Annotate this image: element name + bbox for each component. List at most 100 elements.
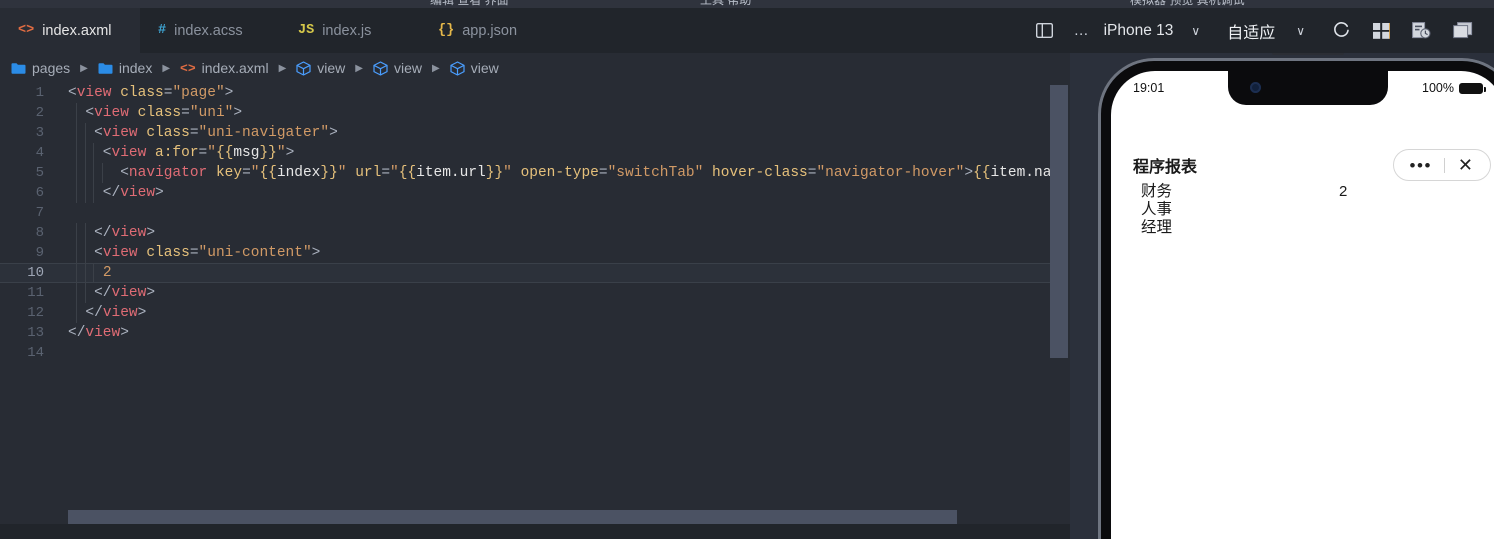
folder-icon bbox=[98, 62, 113, 74]
code-line[interactable]: 12 </view> bbox=[0, 303, 1070, 323]
code-line[interactable]: 9 <view class="uni-content"> bbox=[0, 243, 1070, 263]
code-text: </view> bbox=[68, 285, 156, 301]
breadcrumb-label: pages bbox=[32, 60, 71, 76]
code-line[interactable]: 2 <view class="uni"> bbox=[0, 103, 1070, 123]
code-text: <view class="page"> bbox=[68, 85, 234, 101]
breadcrumb-item-view-3[interactable]: view bbox=[447, 60, 502, 76]
split-panel-icon[interactable] bbox=[1025, 8, 1064, 53]
breadcrumb-label: view bbox=[470, 60, 499, 76]
folder-icon bbox=[11, 62, 26, 74]
menu-bar-strip[interactable]: 编辑 查看 界面 工具 帮助 模拟器 预览 真机调试 bbox=[0, 0, 1494, 8]
breadcrumb-separator-icon: ▶ bbox=[80, 62, 88, 74]
code-brackets-icon: <> bbox=[180, 60, 196, 76]
tab-label: app.json bbox=[462, 22, 518, 39]
code-line[interactable]: 7 bbox=[0, 203, 1070, 223]
chevron-down-icon[interactable]: ∨ bbox=[1286, 24, 1321, 38]
nav-item[interactable]: 财务 bbox=[1141, 183, 1172, 201]
device-simulator-panel: 19:01 100% ••• ✕ 程序报表 财务 人事 经理 2 bbox=[1070, 53, 1494, 539]
line-number: 9 bbox=[35, 245, 44, 261]
breadcrumb-label: view bbox=[393, 60, 422, 76]
cube-icon bbox=[450, 60, 465, 76]
javascript-icon: JS bbox=[298, 23, 315, 38]
code-line[interactable]: 5 <navigator key="{{index}}" url="{{item… bbox=[0, 163, 1070, 183]
code-text: <view class="uni-navigater"> bbox=[68, 125, 338, 141]
code-line[interactable]: 4 <view a:for="{{msg}}"> bbox=[0, 143, 1070, 163]
device-selector-label[interactable]: iPhone 13 bbox=[1100, 8, 1182, 53]
phone-speaker bbox=[1272, 53, 1344, 55]
editor-horizontal-scrollbar-thumb[interactable] bbox=[68, 510, 957, 524]
ide-window: 编辑 查看 界面 工具 帮助 模拟器 预览 真机调试 <> index.axml… bbox=[0, 0, 1494, 539]
capsule-close-icon[interactable]: ✕ bbox=[1445, 156, 1486, 174]
line-number: 2 bbox=[35, 105, 44, 121]
breadcrumb-item-pages[interactable]: pages bbox=[8, 60, 73, 76]
code-text: </view> bbox=[68, 305, 147, 321]
menu-fragment[interactable]: 模拟器 预览 真机调试 bbox=[1130, 0, 1245, 8]
chevron-down-icon[interactable]: ∨ bbox=[1181, 24, 1216, 38]
capsule-more-icon[interactable]: ••• bbox=[1398, 157, 1444, 174]
line-number: 13 bbox=[27, 325, 44, 341]
code-text: </view> bbox=[68, 325, 129, 341]
status-time: 19:01 bbox=[1133, 81, 1165, 95]
line-number: 14 bbox=[27, 345, 44, 361]
code-editor[interactable]: 1 <view class="page"> 2 <view class="uni">… bbox=[0, 83, 1070, 539]
miniapp-capsule-bar: ••• ✕ bbox=[1392, 149, 1491, 181]
code-text: </view> bbox=[68, 185, 164, 201]
grid-panels-icon[interactable] bbox=[1362, 8, 1401, 53]
editor-tab-bar: <> index.axml # index.acss JS index.js {… bbox=[0, 8, 1494, 53]
line-number: 1 bbox=[35, 85, 44, 101]
nav-item[interactable]: 经理 bbox=[1141, 219, 1172, 237]
breadcrumb-separator-icon: ▶ bbox=[355, 62, 363, 74]
code-line[interactable]: 8 </view> bbox=[0, 223, 1070, 243]
tab-index-axml[interactable]: <> index.axml bbox=[0, 8, 140, 53]
code-text: <view a:for="{{msg}}"> bbox=[68, 145, 295, 161]
page-title: 程序报表 bbox=[1133, 159, 1198, 176]
code-line[interactable]: 6 </view> bbox=[0, 183, 1070, 203]
menu-fragment[interactable]: 编辑 查看 界面 bbox=[430, 0, 509, 8]
code-text: <view class="uni-content"> bbox=[68, 245, 321, 261]
menu-fragment[interactable]: 工具 帮助 bbox=[700, 0, 751, 8]
nav-item[interactable]: 人事 bbox=[1141, 201, 1172, 219]
breadcrumb-item-view-2[interactable]: view bbox=[370, 60, 425, 76]
line-number: 6 bbox=[35, 185, 44, 201]
refresh-icon[interactable] bbox=[1321, 8, 1362, 53]
battery-percent-label: 100% bbox=[1422, 81, 1454, 95]
code-text: 2 bbox=[102, 265, 112, 281]
stacked-windows-icon[interactable] bbox=[1442, 8, 1484, 53]
code-text: <navigator key="{{index}}" url="{{item.u… bbox=[68, 165, 1070, 181]
tab-label: index.js bbox=[322, 22, 372, 39]
line-number: 12 bbox=[27, 305, 44, 321]
line-number: 8 bbox=[35, 225, 44, 241]
breadcrumb-label: view bbox=[317, 60, 346, 76]
code-brackets-icon: <> bbox=[18, 23, 35, 38]
code-line[interactable]: 14 bbox=[0, 343, 1070, 363]
code-line[interactable]: 13 </view> bbox=[0, 323, 1070, 343]
tab-label: index.axml bbox=[42, 22, 112, 39]
cube-icon bbox=[373, 60, 388, 76]
code-text: </view> bbox=[68, 225, 156, 241]
editor-vertical-scrollbar-thumb[interactable] bbox=[1050, 85, 1068, 358]
breadcrumb-item-index[interactable]: index bbox=[95, 60, 155, 76]
breadcrumb-item-index-axml[interactable]: <> index.axml bbox=[177, 60, 272, 76]
code-line[interactable]: 10 2 bbox=[0, 263, 1070, 283]
breadcrumb-item-view-1[interactable]: view bbox=[293, 60, 348, 76]
cube-icon bbox=[296, 60, 311, 76]
code-line[interactable]: 11 </view> bbox=[0, 283, 1070, 303]
tab-label: index.acss bbox=[174, 22, 243, 39]
breadcrumb-separator-icon: ▶ bbox=[162, 62, 171, 74]
code-line[interactable]: 1 <view class="page"> bbox=[0, 83, 1070, 103]
breadcrumb-separator-icon: ▶ bbox=[432, 62, 440, 74]
tab-index-js[interactable]: JS index.js bbox=[280, 8, 420, 53]
code-line[interactable]: 3 <view class="uni-navigater"> bbox=[0, 123, 1070, 143]
line-number: 7 bbox=[35, 205, 44, 221]
phone-frame: 19:01 100% ••• ✕ 程序报表 财务 人事 经理 2 bbox=[1098, 53, 1494, 539]
status-right-group: 100% bbox=[1422, 81, 1486, 95]
document-clock-icon[interactable] bbox=[1401, 8, 1442, 53]
scale-selector-label[interactable]: 自适应 bbox=[1216, 8, 1286, 53]
tab-app-json[interactable]: {} app.json bbox=[420, 8, 560, 53]
ellipsis-icon[interactable]: … bbox=[1064, 22, 1100, 39]
phone-screen[interactable]: 19:01 100% ••• ✕ 程序报表 财务 人事 经理 2 bbox=[1111, 71, 1494, 539]
tab-index-acss[interactable]: # index.acss bbox=[140, 8, 280, 53]
line-number: 5 bbox=[35, 165, 44, 181]
line-number: 11 bbox=[27, 285, 44, 301]
battery-icon bbox=[1459, 82, 1486, 94]
